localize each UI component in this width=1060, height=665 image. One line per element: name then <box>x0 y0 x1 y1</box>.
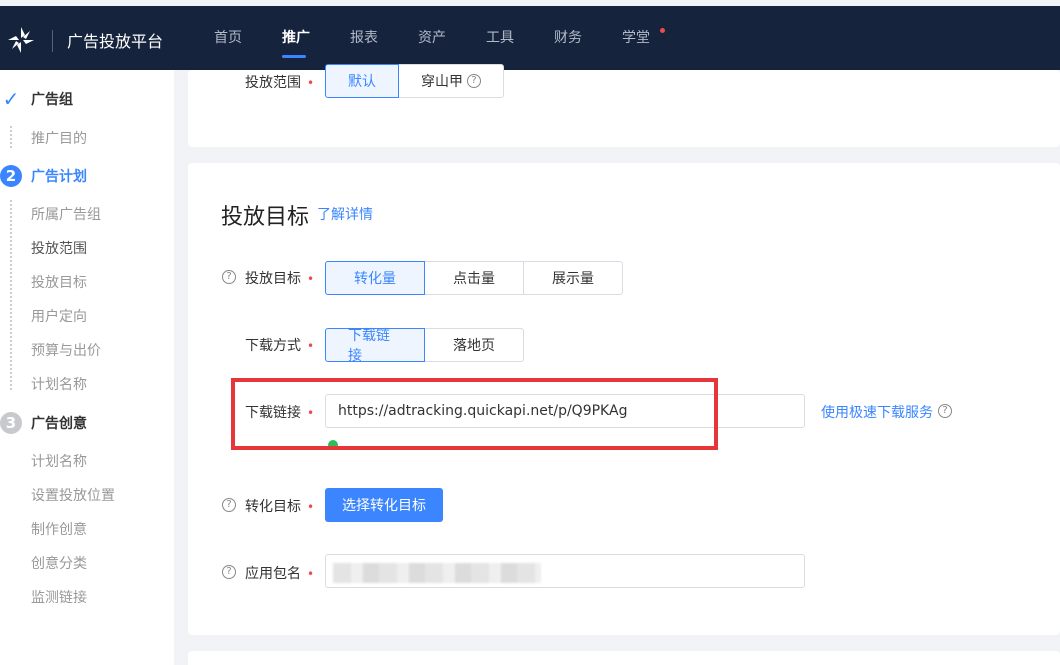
nav-label: 资产 <box>418 30 446 46</box>
required-mark: • <box>307 500 315 514</box>
sidebar-item-targeting[interactable]: 用户定向 <box>31 306 87 326</box>
nav-label: 工具 <box>486 30 514 46</box>
sidebar-item-target[interactable]: 投放目标 <box>31 272 87 292</box>
question-icon[interactable]: ? <box>222 270 236 284</box>
required-mark: • <box>307 567 315 581</box>
sidebar-item-scope[interactable]: 投放范围 <box>31 238 87 258</box>
step-ad-plan[interactable]: 2 广告计划 <box>0 165 87 187</box>
step-label: 广告计划 <box>31 169 87 185</box>
sidebar-item-budget[interactable]: 预算与出价 <box>31 340 101 360</box>
label-text: 投放范围 <box>245 75 301 91</box>
scope-option-default[interactable]: 默认 <box>325 64 399 98</box>
sidebar-item-creative-plan-name[interactable]: 计划名称 <box>31 451 87 471</box>
top-navigation-bar: 广告投放平台 首页 推广 报表 资产 工具 财务 学堂 <box>0 6 1060 70</box>
nav-label: 报表 <box>350 30 378 46</box>
scope-label: 投放范围 • <box>245 72 314 92</box>
goal-selector: 转化量 点击量 展示量 <box>325 261 623 295</box>
notification-dot <box>660 28 665 33</box>
sidebar-item-promotion-purpose[interactable]: 推广目的 <box>31 128 87 148</box>
nav-promotion[interactable]: 推广 <box>282 6 350 70</box>
nav-label: 推广 <box>282 30 310 46</box>
label-text: 应用包名 <box>245 566 301 582</box>
step-sidebar: ✓ 广告组 推广目的 2 广告计划 所属广告组 投放范围 投放目标 用户定向 预… <box>0 70 174 665</box>
download-method-label: 下载方式 • <box>245 335 314 355</box>
nav-label: 首页 <box>214 30 242 46</box>
scope-selector: 默认 穿山甲? <box>325 64 504 98</box>
detail-link[interactable]: 了解详情 <box>317 204 373 224</box>
sidebar-item-monitor-link[interactable]: 监测链接 <box>31 587 87 607</box>
question-icon[interactable]: ? <box>938 404 952 418</box>
nav-tools[interactable]: 工具 <box>486 6 554 70</box>
goal-label: 投放目标 • <box>245 268 314 288</box>
goal-option-clicks[interactable]: 点击量 <box>424 261 524 295</box>
nav-label: 财务 <box>554 30 582 46</box>
option-text: 穿山甲 <box>421 74 463 90</box>
required-mark: • <box>307 76 315 90</box>
conversion-label: 转化目标 • <box>245 496 314 516</box>
main-nav: 首页 推广 报表 资产 工具 财务 学堂 <box>214 6 690 70</box>
question-icon[interactable]: ? <box>222 498 236 512</box>
method-option-landing[interactable]: 落地页 <box>424 328 524 362</box>
step-number-icon: 3 <box>0 412 22 434</box>
sidebar-item-creative-category[interactable]: 创意分类 <box>31 553 87 573</box>
section-title: 投放目标 <box>221 205 310 230</box>
step-ad-group[interactable]: ✓ 广告组 <box>0 87 73 111</box>
scope-card: 投放范围 • 默认 穿山甲? <box>188 64 1060 147</box>
step-label: 广告创意 <box>31 416 87 432</box>
question-icon[interactable]: ? <box>222 565 236 579</box>
nav-home[interactable]: 首页 <box>214 6 282 70</box>
package-label: 应用包名 • <box>245 563 314 583</box>
fast-download-link[interactable]: 使用极速下载服务 <box>821 402 933 422</box>
required-mark: • <box>307 339 315 353</box>
check-icon: ✓ <box>2 87 20 111</box>
highlight-annotation-box <box>231 378 718 450</box>
active-underline <box>282 55 306 58</box>
next-card <box>188 651 1060 665</box>
step-ad-creative[interactable]: 3 广告创意 <box>0 412 87 434</box>
sidebar-item-ad-group[interactable]: 所属广告组 <box>31 204 101 224</box>
goal-option-conversion[interactable]: 转化量 <box>325 261 425 295</box>
brand-separator <box>52 30 53 52</box>
step-number-icon: 2 <box>0 165 22 187</box>
method-option-link[interactable]: 下载链接 <box>325 328 425 364</box>
nav-label: 学堂 <box>622 30 650 46</box>
step-connector <box>10 126 12 148</box>
sidebar-item-placement[interactable]: 设置投放位置 <box>31 485 115 505</box>
label-text: 转化目标 <box>245 499 301 515</box>
select-conversion-button[interactable]: 选择转化目标 <box>325 488 443 522</box>
required-mark: • <box>307 272 315 286</box>
blurred-package-name <box>333 563 541 583</box>
download-method-selector: 下载链接 落地页 <box>325 328 524 364</box>
sidebar-item-plan-name[interactable]: 计划名称 <box>31 374 87 394</box>
step-connector <box>10 200 12 390</box>
scope-option-pangle[interactable]: 穿山甲? <box>398 64 504 98</box>
label-text: 下载方式 <box>245 338 301 354</box>
nav-reports[interactable]: 报表 <box>350 6 418 70</box>
question-icon[interactable]: ? <box>467 74 481 88</box>
label-text: 投放目标 <box>245 271 301 287</box>
brand-title: 广告投放平台 <box>67 32 164 51</box>
goal-option-impressions[interactable]: 展示量 <box>523 261 623 295</box>
platform-logo-icon <box>8 27 34 53</box>
nav-finance[interactable]: 财务 <box>554 6 622 70</box>
sidebar-item-make-creative[interactable]: 制作创意 <box>31 519 87 539</box>
nav-assets[interactable]: 资产 <box>418 6 486 70</box>
nav-academy[interactable]: 学堂 <box>622 6 690 70</box>
step-label: 广告组 <box>31 92 73 108</box>
